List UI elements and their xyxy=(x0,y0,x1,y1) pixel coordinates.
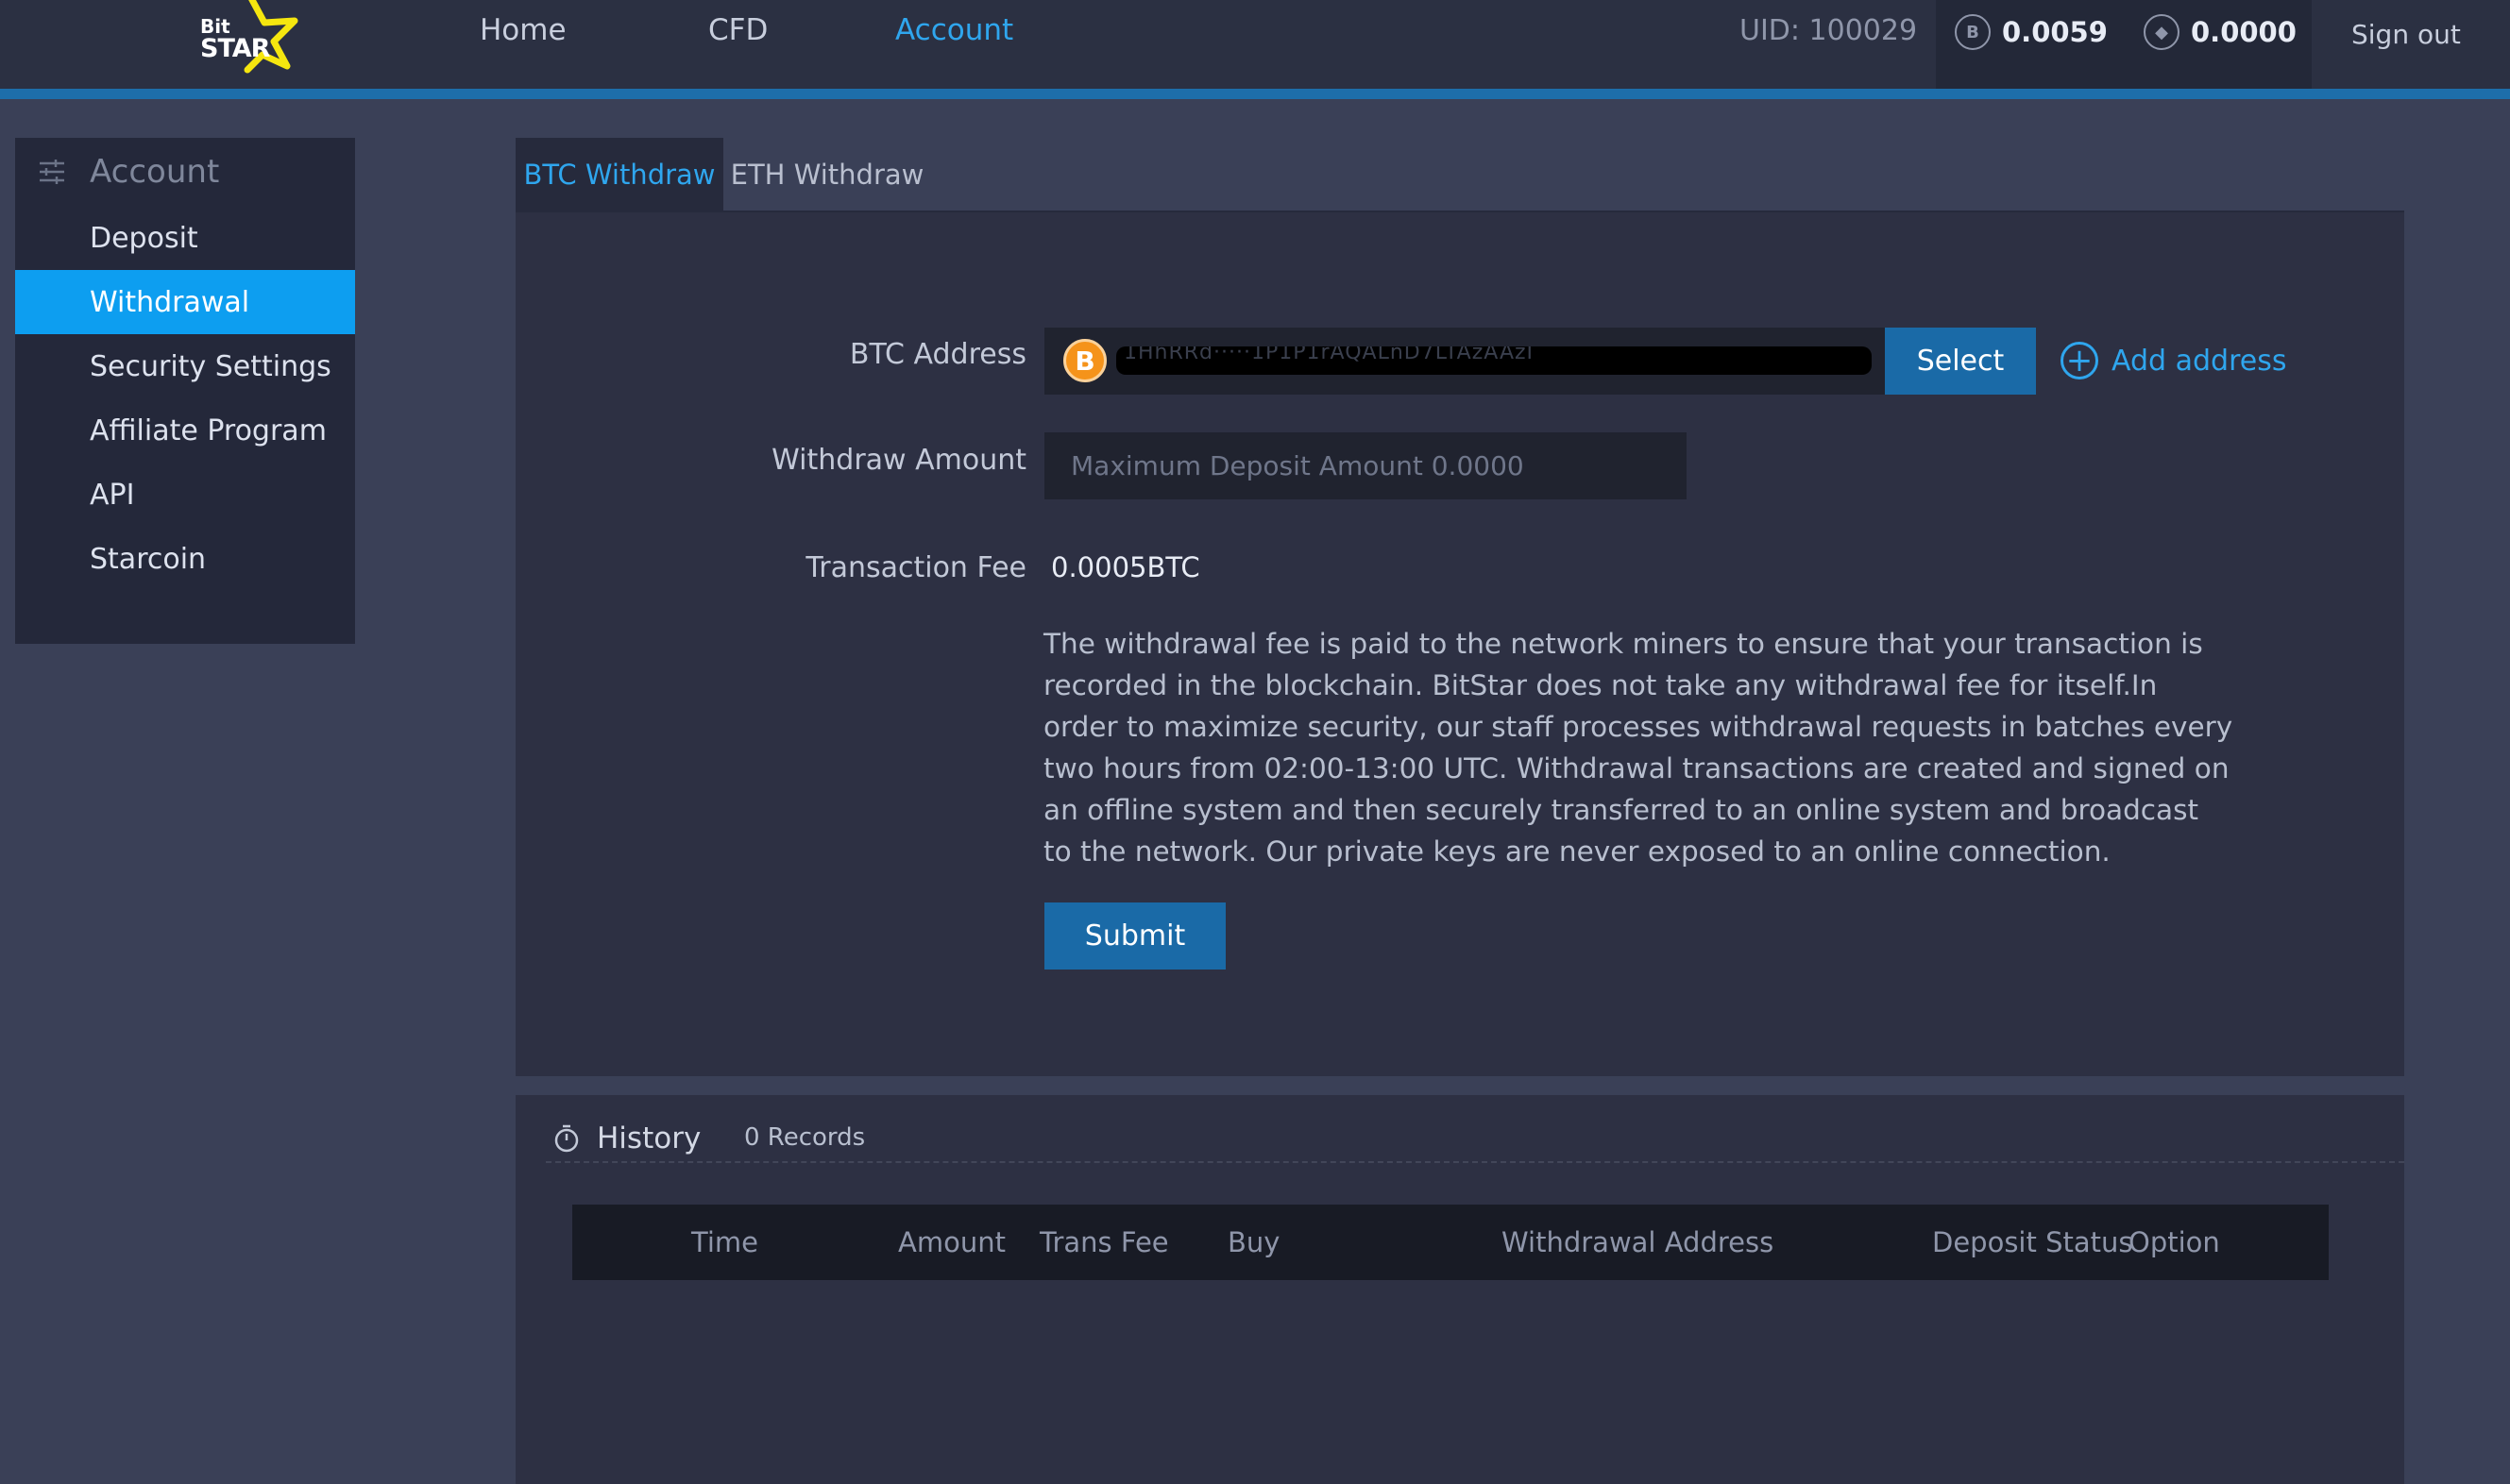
user-id: UID: 100029 xyxy=(1739,13,1918,47)
plus-circle-icon: + xyxy=(2061,342,2098,379)
sidebar-item-label: Affiliate Program xyxy=(90,413,327,447)
btc-balance: B 0.0059 xyxy=(1955,13,2108,51)
nav-cfd[interactable]: CFD xyxy=(708,0,768,60)
nav-home[interactable]: Home xyxy=(480,0,567,60)
sidebar-item-withdrawal[interactable]: Withdrawal xyxy=(15,270,355,334)
sidebar-item-label: Starcoin xyxy=(90,542,207,576)
column-header-deposit-status: Deposit Status xyxy=(1932,1226,2133,1258)
sign-out-link[interactable]: Sign out xyxy=(2351,0,2461,68)
withdraw-amount-label: Withdraw Amount xyxy=(772,444,1026,477)
account-sidebar: Account Deposit Withdrawal Security Sett… xyxy=(15,138,355,644)
column-header-buy: Buy xyxy=(1228,1226,1280,1258)
logo-text-bottom: STAR xyxy=(200,34,270,63)
sidebar-item-label: API xyxy=(90,478,135,512)
topbar-accent-line xyxy=(0,89,2510,99)
top-navigation-bar: Bit STAR Home CFD Account UID: 100029 B … xyxy=(0,0,2510,89)
nav-account[interactable]: Account xyxy=(895,0,1013,60)
history-divider xyxy=(546,1161,2404,1163)
column-header-option: Option xyxy=(2128,1226,2220,1258)
sidebar-header: Account xyxy=(15,138,355,206)
sidebar-item-label: Withdrawal xyxy=(90,285,250,319)
column-header-amount: Amount xyxy=(898,1226,1006,1258)
sliders-icon xyxy=(40,160,64,184)
sidebar-item-security-settings[interactable]: Security Settings xyxy=(15,334,355,398)
history-title: History xyxy=(597,1121,702,1155)
bitcoin-icon: B xyxy=(1063,339,1107,382)
sidebar-title: Account xyxy=(90,153,220,191)
select-address-button[interactable]: Select xyxy=(1885,328,2036,395)
withdraw-amount-input[interactable] xyxy=(1044,432,1687,499)
withdrawal-fee-description: The withdrawal fee is paid to the networ… xyxy=(1043,628,2233,868)
transaction-fee-label: Transaction Fee xyxy=(806,551,1026,584)
bitcoin-icon: B xyxy=(1955,14,1991,50)
btc-balance-value: 0.0059 xyxy=(2002,16,2108,48)
btc-address-value: 1HhRRd·····1P1P1rAQALnD7LTAzAAzI xyxy=(1124,346,1535,364)
tab-btc-withdraw[interactable]: BTC Withdraw xyxy=(516,138,723,211)
history-table-header: Time Amount Trans Fee Buy Withdrawal Add… xyxy=(572,1205,2329,1280)
records-count: 0 Records xyxy=(744,1123,866,1152)
btc-address-field[interactable]: B 1HhRRd·····1P1P1rAQALnD7LTAzAAzI xyxy=(1044,328,1885,395)
sidebar-item-affiliate-program[interactable]: Affiliate Program xyxy=(15,398,355,463)
sidebar-item-label: Security Settings xyxy=(90,349,331,383)
ethereum-icon: ◆ xyxy=(2144,14,2179,50)
eth-balance-value: 0.0000 xyxy=(2191,16,2297,48)
add-address-label: Add address xyxy=(2111,344,2287,378)
sidebar-item-api[interactable]: API xyxy=(15,463,355,527)
bitstar-logo[interactable]: Bit STAR xyxy=(196,0,310,76)
history-header: History xyxy=(553,1110,701,1167)
column-header-withdrawal-address: Withdrawal Address xyxy=(1501,1226,1774,1258)
address-redaction-bar: 1HhRRd·····1P1P1rAQALnD7LTAzAAzI xyxy=(1116,346,1872,375)
eth-balance: ◆ 0.0000 xyxy=(2144,13,2297,51)
column-header-time: Time xyxy=(691,1226,758,1258)
sidebar-item-label: Deposit xyxy=(90,221,198,255)
submit-button[interactable]: Submit xyxy=(1044,902,1226,970)
stopwatch-icon xyxy=(554,1124,579,1153)
wallet-balances: B 0.0059 ◆ 0.0000 xyxy=(1936,0,2312,89)
sidebar-item-starcoin[interactable]: Starcoin xyxy=(15,527,355,591)
add-address-button[interactable]: + Add address xyxy=(2061,334,2286,387)
column-header-trans-fee: Trans Fee xyxy=(1040,1226,1169,1258)
btc-address-label: BTC Address xyxy=(849,338,1026,371)
transaction-fee-value: 0.0005BTC xyxy=(1051,551,1200,583)
history-panel: History 0 Records Time Amount Trans Fee … xyxy=(516,1095,2404,1484)
tab-eth-withdraw[interactable]: ETH Withdraw xyxy=(723,138,931,211)
sidebar-item-deposit[interactable]: Deposit xyxy=(15,206,355,270)
